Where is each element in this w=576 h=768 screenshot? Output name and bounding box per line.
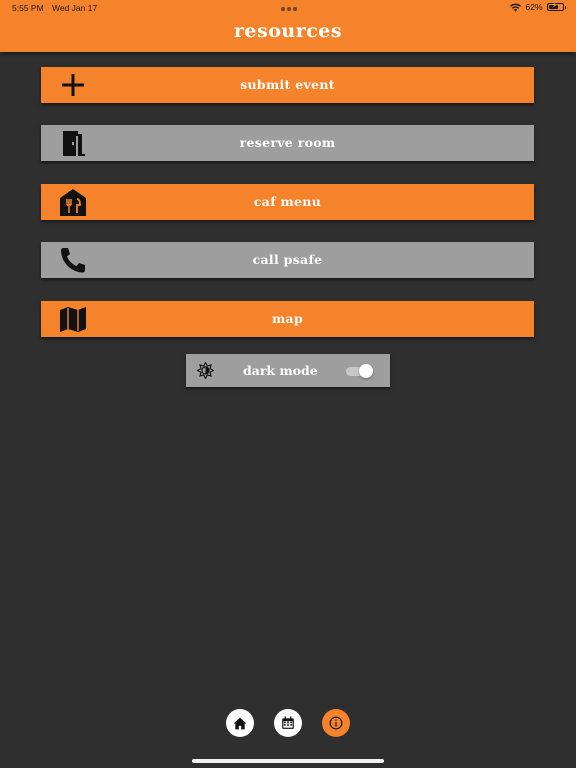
- nav-calendar-button[interactable]: [274, 709, 302, 737]
- app-screen: 5:55 PM Wed Jan 17 62% ⚡ resources submi…: [0, 0, 576, 768]
- caf-menu-label: caf menu: [253, 194, 322, 209]
- dark-mode-label: dark mode: [243, 363, 318, 378]
- status-date: Wed Jan 17: [52, 3, 98, 13]
- battery-percent: 62%: [525, 2, 543, 12]
- multitasking-dots[interactable]: [281, 7, 297, 11]
- nav-home-button[interactable]: [226, 709, 254, 737]
- submit-event-button[interactable]: submit event: [41, 67, 534, 103]
- page-title: resources: [233, 20, 343, 42]
- calendar-icon: [282, 716, 294, 729]
- wifi-icon: [510, 3, 522, 12]
- info-icon: [329, 716, 343, 730]
- status-time: 5:55 PM: [12, 3, 44, 13]
- nav-info-button[interactable]: [322, 709, 350, 737]
- status-indicators: 62% ⚡: [510, 2, 566, 12]
- call-psafe-label: call psafe: [252, 252, 323, 267]
- home-icon: [233, 717, 247, 729]
- map-button[interactable]: map: [41, 301, 534, 337]
- header-bar: 5:55 PM Wed Jan 17 62% ⚡ resources: [0, 0, 576, 52]
- dark-mode-row: dark mode: [186, 354, 390, 387]
- home-indicator[interactable]: [192, 759, 384, 763]
- map-label: map: [272, 311, 303, 326]
- battery-icon: ⚡: [546, 2, 564, 11]
- dark-mode-toggle[interactable]: [346, 364, 373, 378]
- reserve-room-label: reserve room: [239, 135, 336, 150]
- reserve-room-button[interactable]: reserve room: [41, 125, 534, 161]
- call-psafe-button[interactable]: call psafe: [41, 242, 534, 278]
- brightness-icon: [197, 362, 214, 379]
- caf-menu-button[interactable]: caf menu: [41, 184, 534, 220]
- toggle-knob[interactable]: [359, 364, 373, 378]
- submit-event-label: submit event: [240, 77, 335, 92]
